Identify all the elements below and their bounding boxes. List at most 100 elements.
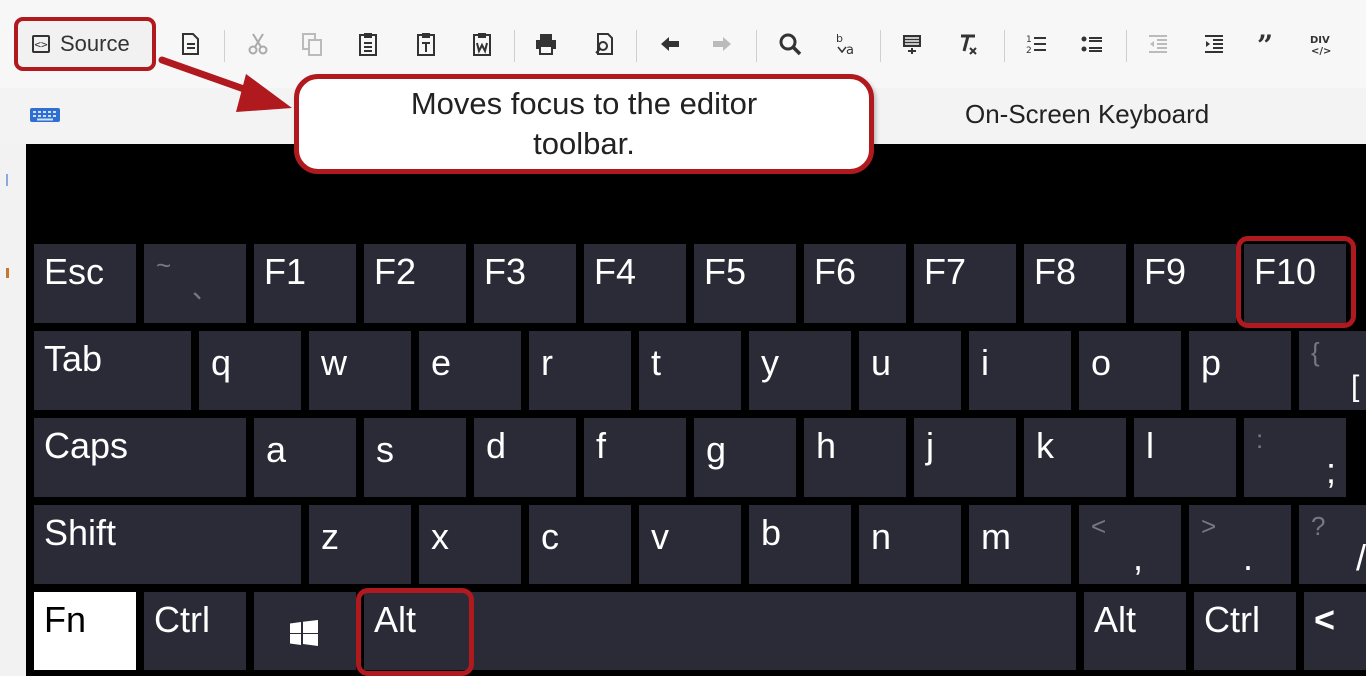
key-j[interactable]: j xyxy=(914,418,1016,497)
remove-format-icon[interactable] xyxy=(948,26,988,62)
key-q[interactable]: q xyxy=(199,331,301,410)
paste-word-icon[interactable] xyxy=(462,26,502,62)
key-label: Shift xyxy=(44,512,117,553)
svg-text:b: b xyxy=(836,32,843,45)
key-y[interactable]: y xyxy=(749,331,851,410)
key-f1[interactable]: F1 xyxy=(254,244,356,323)
key-label: j xyxy=(926,425,934,466)
decrease-indent-icon[interactable] xyxy=(1138,26,1178,62)
replace-icon[interactable]: ba xyxy=(826,26,866,62)
key-o[interactable]: o xyxy=(1079,331,1181,410)
key-f2[interactable]: F2 xyxy=(364,244,466,323)
increase-indent-icon[interactable] xyxy=(1194,26,1234,62)
print-icon[interactable] xyxy=(526,26,566,62)
key-m[interactable]: m xyxy=(969,505,1071,584)
create-div-icon[interactable]: DIV </> xyxy=(1300,26,1340,62)
key-label: k xyxy=(1036,425,1054,466)
key-label: Ctrl xyxy=(1204,599,1260,640)
bulleted-list-icon[interactable] xyxy=(1072,26,1112,62)
key-g[interactable]: g xyxy=(694,418,796,497)
key-s[interactable]: s xyxy=(364,418,466,497)
key-k[interactable]: k xyxy=(1024,418,1126,497)
key-left-arrow[interactable]: < xyxy=(1304,592,1366,670)
key-label: Fn xyxy=(44,599,87,640)
key-p[interactable]: p xyxy=(1189,331,1291,410)
svg-text:1: 1 xyxy=(1026,35,1032,45)
key-label: Caps xyxy=(44,425,129,466)
key-label: o xyxy=(1091,342,1112,383)
key-label: c xyxy=(541,516,559,557)
key-shift-label: { xyxy=(1311,337,1320,367)
key-label: z xyxy=(321,516,339,557)
callout-bubble: Moves focus to the editor toolbar. xyxy=(294,74,874,174)
search-icon[interactable] xyxy=(770,26,810,62)
key-f5[interactable]: F5 xyxy=(694,244,796,323)
blockquote-icon[interactable]: ” xyxy=(1248,26,1288,62)
numbered-list-icon[interactable]: 12 xyxy=(1016,26,1056,62)
key-f6[interactable]: F6 xyxy=(804,244,906,323)
key-slash[interactable]: ? / xyxy=(1299,505,1366,584)
key-label: f xyxy=(596,425,607,466)
toolbar-separator xyxy=(1126,30,1127,62)
key-label: 、 xyxy=(192,274,219,304)
key-label: s xyxy=(376,429,394,470)
key-z[interactable]: z xyxy=(309,505,411,584)
key-alt-right[interactable]: Alt xyxy=(1084,592,1186,670)
key-n[interactable]: n xyxy=(859,505,961,584)
key-v[interactable]: v xyxy=(639,505,741,584)
key-f3[interactable]: F3 xyxy=(474,244,576,323)
select-all-icon[interactable] xyxy=(892,26,932,62)
key-a[interactable]: a xyxy=(254,418,356,497)
key-h[interactable]: h xyxy=(804,418,906,497)
key-caps[interactable]: Caps xyxy=(34,418,246,497)
key-i[interactable]: i xyxy=(969,331,1071,410)
key-shift-label: : xyxy=(1256,424,1264,454)
keyboard-icon xyxy=(30,108,60,122)
key-f4[interactable]: F4 xyxy=(584,244,686,323)
div-label: DIV xyxy=(1310,35,1330,46)
key-c[interactable]: c xyxy=(529,505,631,584)
key-label: r xyxy=(541,342,553,383)
key-b[interactable]: b xyxy=(749,505,851,584)
key-tilde[interactable]: ~ 、 xyxy=(144,244,246,323)
key-period[interactable]: > . xyxy=(1189,505,1291,584)
key-label: d xyxy=(486,425,507,466)
key-label: t xyxy=(651,342,662,383)
key-label: e xyxy=(431,342,452,383)
paste-text-icon[interactable] xyxy=(406,26,446,62)
key-r[interactable]: r xyxy=(529,331,631,410)
key-f8[interactable]: F8 xyxy=(1024,244,1126,323)
paste-icon[interactable] xyxy=(348,26,388,62)
callout-arrow xyxy=(158,56,292,112)
key-f9[interactable]: F9 xyxy=(1134,244,1236,323)
key-comma[interactable]: < , xyxy=(1079,505,1181,584)
key-ctrl-right[interactable]: Ctrl xyxy=(1194,592,1296,670)
key-t[interactable]: t xyxy=(639,331,741,410)
key-shift[interactable]: Shift xyxy=(34,505,301,584)
svg-text:a: a xyxy=(846,43,854,57)
key-tab[interactable]: Tab xyxy=(34,331,191,410)
key-u[interactable]: u xyxy=(859,331,961,410)
key-l[interactable]: l xyxy=(1134,418,1236,497)
key-label: q xyxy=(211,342,232,383)
svg-text:”: ” xyxy=(1257,31,1273,57)
find-document-icon[interactable] xyxy=(584,26,624,62)
key-windows[interactable] xyxy=(254,592,356,670)
key-f[interactable]: f xyxy=(584,418,686,497)
key-ctrl-left[interactable]: Ctrl xyxy=(144,592,246,670)
key-x[interactable]: x xyxy=(419,505,521,584)
source-button[interactable]: <> Source xyxy=(14,17,156,71)
key-semicolon[interactable]: : ; xyxy=(1244,418,1346,497)
key-d[interactable]: d xyxy=(474,418,576,497)
key-fn[interactable]: Fn xyxy=(34,592,136,670)
key-f7[interactable]: F7 xyxy=(914,244,1016,323)
undo-icon[interactable] xyxy=(650,26,690,62)
f10-highlight xyxy=(1236,236,1356,328)
key-e[interactable]: e xyxy=(419,331,521,410)
key-esc[interactable]: Esc xyxy=(34,244,136,323)
key-w[interactable]: w xyxy=(309,331,411,410)
toolbar-separator xyxy=(1004,30,1005,62)
key-bracket[interactable]: { [ xyxy=(1299,331,1366,410)
redo-icon[interactable] xyxy=(702,26,742,62)
key-label: F6 xyxy=(814,251,857,292)
